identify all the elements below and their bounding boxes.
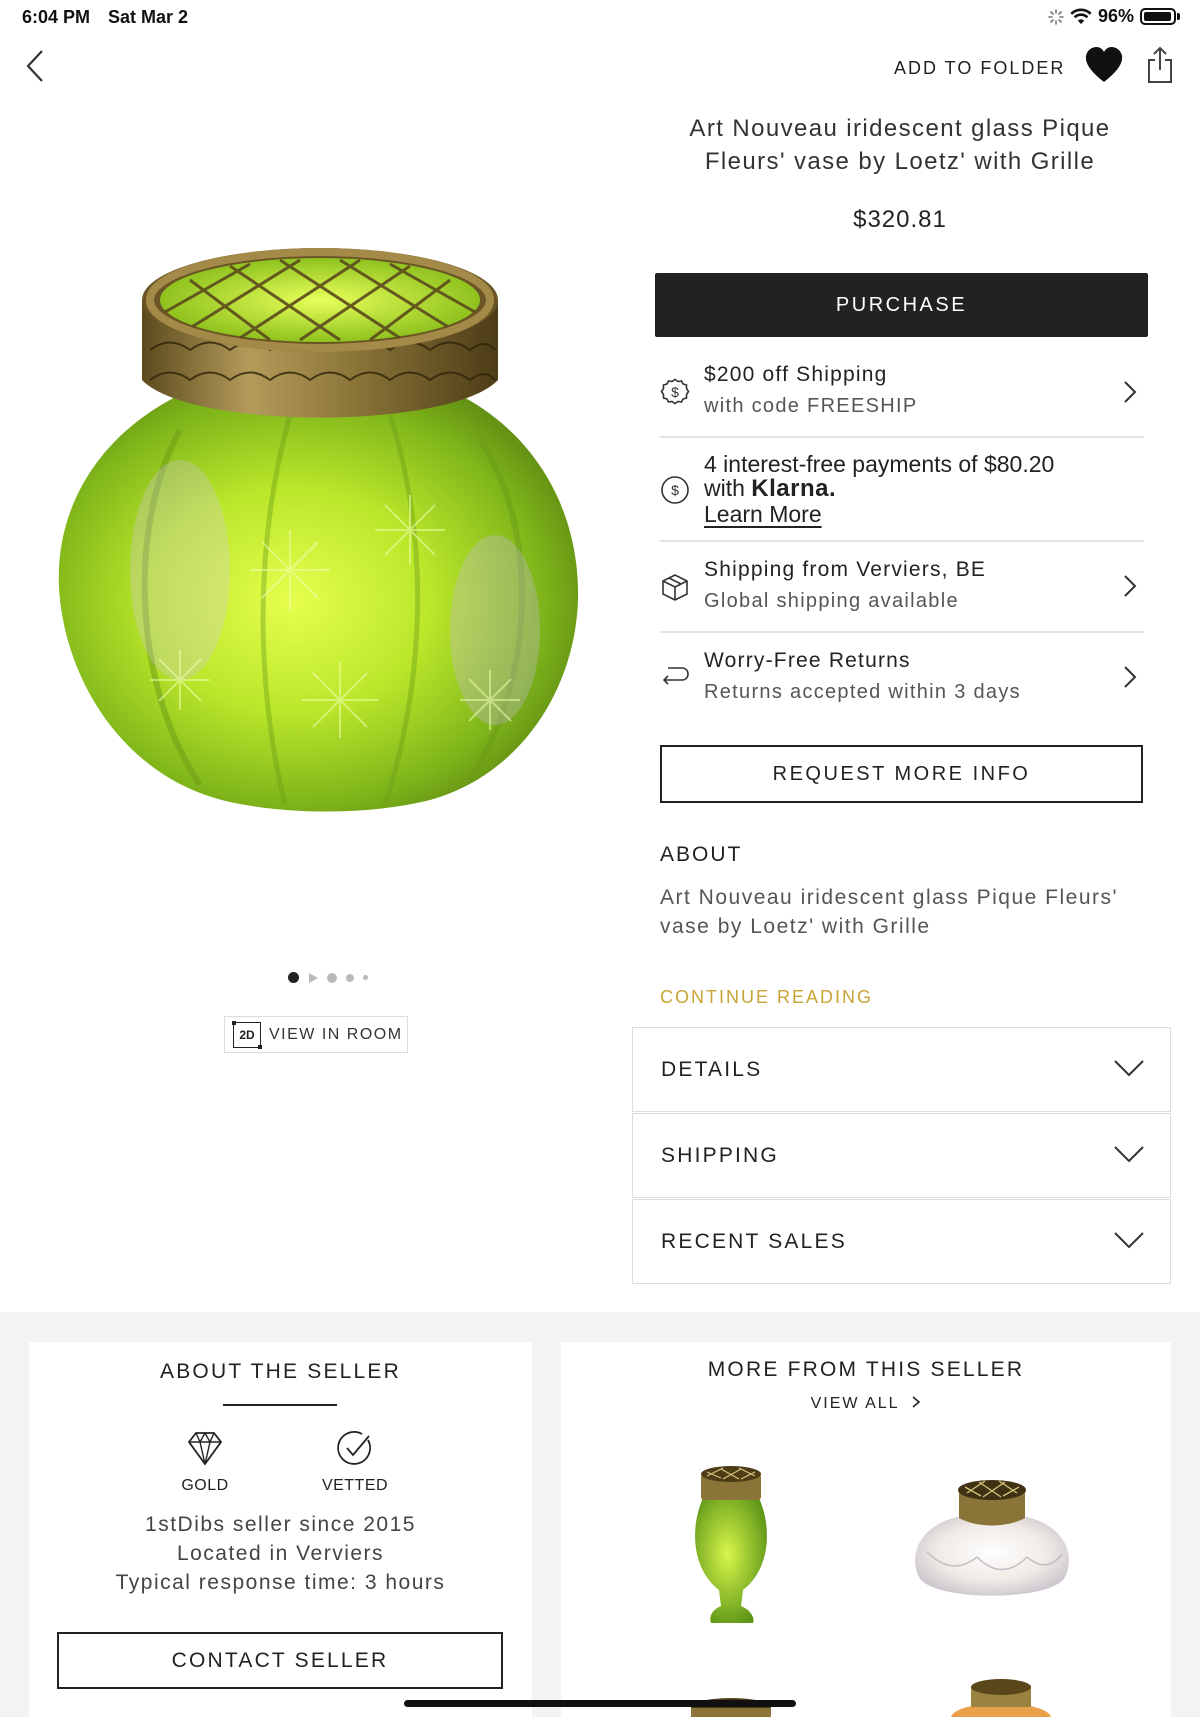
shipping-offer-row[interactable]: $ $200 off Shipping with code FREESHIP [660,353,1144,438]
contact-seller-button[interactable]: CONTACT SELLER [57,1632,503,1689]
view-all-label: VIEW ALL [810,1395,899,1412]
share-button[interactable] [1145,46,1175,84]
details-accordion[interactable]: DETAILS [632,1027,1171,1112]
klarna-text: 4 interest-free payments of $80.20 with … [704,452,1054,527]
chevron-down-icon [1114,1232,1144,1249]
image-carousel-dots[interactable] [288,972,368,983]
carousel-dot-active[interactable] [288,972,299,983]
chevron-right-icon [1124,381,1137,403]
recent-sales-accordion[interactable]: RECENT SALES [632,1199,1171,1284]
vetted-badge: VETTED [295,1428,415,1495]
related-item-thumbnail[interactable] [941,1677,1061,1717]
svg-text:$: $ [671,384,679,400]
heading-underline [223,1404,337,1406]
seller-location: Located in Verviers [176,1542,385,1565]
about-description: Art Nouveau iridescent glass Pique Fleur… [660,886,1119,938]
klarna-with: with [704,475,745,501]
view-in-room-label: VIEW IN ROOM [269,1025,403,1043]
klarna-installments: 4 interest-free payments of $80.20 [704,451,1055,477]
shipping-label: SHIPPING [661,1144,779,1167]
dollar-coin-icon: $ [661,476,689,504]
seller-response-time: Typical response time: 3 hours [115,1571,446,1594]
returns-policy: Returns accepted within 3 days [704,681,1021,703]
about-seller-heading: ABOUT THE SELLER [160,1360,401,1383]
activity-spinner-icon [1048,8,1064,25]
return-arrow-icon [662,667,689,685]
battery-percent: 96% [1097,6,1134,26]
chevron-right-icon [1124,575,1137,597]
diamond-icon [187,1431,223,1466]
back-button[interactable] [22,48,52,84]
shipping-global: Global shipping available [704,590,959,612]
about-seller-card: ABOUT THE SELLER GOLD VETTED 1stDibs sel… [29,1342,532,1717]
product-price: $320.81 [853,206,947,233]
chevron-left-icon [26,50,43,82]
klarna-learn-more-link[interactable]: Learn More [704,501,822,527]
gold-badge-label: GOLD [181,1477,229,1494]
shipping-offer-text: $200 off Shipping with code FREESHIP [704,363,917,418]
klarna-with-line: with Klarna. [704,476,1054,501]
chevron-down-icon [1114,1146,1144,1163]
returns-title: Worry-Free Returns [704,649,911,672]
continue-reading-link[interactable]: CONTINUE READING [660,987,873,1008]
details-label: DETAILS [661,1058,763,1081]
box-icon [662,574,688,601]
carousel-dot[interactable] [327,972,337,983]
view-all-link[interactable]: VIEW ALL [561,1395,1171,1413]
klarna-row: $ 4 interest-free payments of $80.20 wit… [660,438,1144,542]
chevron-down-icon [1114,1060,1144,1077]
shipping-from-text: Shipping from Verviers, BE Global shippi… [704,558,986,613]
klarna-logo: Klarna. [751,475,837,502]
seller-since: 1stDibs seller since 2015 [145,1513,416,1536]
status-date: Sat Mar 2 [108,7,189,27]
share-icon [1148,46,1172,83]
battery-icon [1140,8,1180,25]
returns-row[interactable]: Worry-Free Returns Returns accepted with… [660,633,1144,715]
chevron-right-icon [1124,666,1137,688]
request-more-info-button[interactable]: REQUEST MORE INFO [660,745,1143,803]
add-to-folder-button[interactable]: ADD TO FOLDER [894,58,1065,79]
related-item-thumbnail[interactable] [907,1472,1077,1612]
heart-icon [1085,47,1123,82]
vetted-badge-label: VETTED [321,1477,389,1494]
seller-facts: 1stDibs seller since 2015 Located in Ver… [29,1510,532,1597]
shipping-from-location: Shipping from Verviers, BE [704,558,987,581]
purchase-button[interactable]: PURCHASE [655,273,1148,337]
status-indicators: 96% [1048,6,1180,27]
more-from-seller-heading: MORE FROM THIS SELLER [707,1358,1025,1381]
shipping-offer-title: $200 off Shipping [704,363,888,386]
svg-text:$: $ [671,482,679,498]
view-in-room-button[interactable]: 2D VIEW IN ROOM [224,1016,408,1053]
wifi-icon [1070,8,1092,24]
shipping-from-row[interactable]: Shipping from Verviers, BE Global shippi… [660,542,1144,633]
shipping-accordion[interactable]: SHIPPING [632,1113,1171,1198]
related-item-thumbnail[interactable] [681,1460,781,1630]
dollar-coin-icon: $ [660,378,690,405]
status-time: 6:04 PM [22,7,91,27]
about-heading: ABOUT [660,843,743,866]
product-image-vase[interactable] [40,240,600,820]
video-play-icon[interactable] [308,972,318,983]
product-title: Art Nouveau iridescent glass Pique Fleur… [689,115,1111,175]
view-2d-icon: 2D [232,1020,262,1049]
chevron-right-icon [912,1396,921,1408]
shipping-offer-code: with code FREESHIP [704,395,918,417]
carousel-dot[interactable] [363,975,368,980]
status-bar: 6:04 PM Sat Mar 2 96% [0,0,1200,36]
more-from-seller-card: MORE FROM THIS SELLER VIEW ALL [561,1342,1171,1717]
check-circle-icon [337,1431,371,1465]
gold-badge: GOLD [145,1428,265,1495]
recent-sales-label: RECENT SALES [661,1230,847,1253]
returns-text: Worry-Free Returns Returns accepted with… [704,649,1021,704]
home-indicator[interactable] [404,1700,796,1707]
carousel-dot[interactable] [346,973,354,982]
favorite-button[interactable] [1084,46,1124,84]
